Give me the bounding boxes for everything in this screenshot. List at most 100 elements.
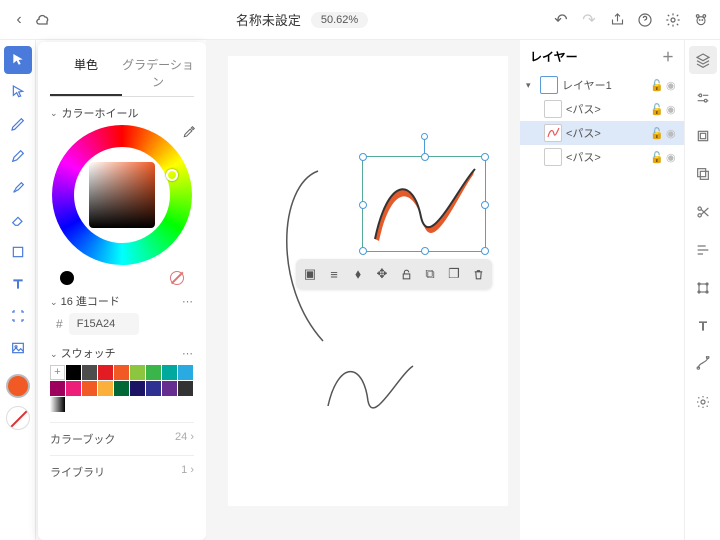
swatch-add[interactable]: + <box>50 365 65 380</box>
swatch-cell[interactable] <box>98 381 113 396</box>
transform-panel-icon[interactable] <box>689 274 717 302</box>
color-panel: 単色 グラデーション ⌄カラーホイール ⌄ 16 進コード ⋯ # ⌄ スウォッ… <box>38 42 206 540</box>
eraser-tool[interactable] <box>4 206 32 234</box>
rotate-handle[interactable] <box>421 133 428 140</box>
color-wheel[interactable] <box>52 125 192 265</box>
share-icon[interactable] <box>608 11 626 29</box>
layers-panel-icon[interactable] <box>689 46 717 74</box>
swatch-cell[interactable] <box>66 365 81 380</box>
add-layer-icon[interactable]: ＋ <box>662 48 674 65</box>
colorbook-link[interactable]: カラーブック 24 › <box>50 422 194 455</box>
teddy-icon[interactable] <box>692 11 710 29</box>
color-preview-none[interactable] <box>170 271 184 285</box>
appearance-panel-icon[interactable] <box>689 122 717 150</box>
selection-bounding-box[interactable] <box>362 156 486 252</box>
gear-icon[interactable] <box>689 388 717 416</box>
swatch-cell[interactable] <box>82 365 97 380</box>
left-toolbar <box>0 40 36 540</box>
hue-handle[interactable] <box>166 169 178 181</box>
layer-thumb <box>544 124 562 142</box>
arrange-icon[interactable]: ⬧ <box>350 266 366 282</box>
swatch-cell[interactable] <box>66 381 81 396</box>
layer-thumb <box>540 76 558 94</box>
contextual-toolbar: ▣ ≡ ⬧ ✥ ⧉ ❐ <box>296 259 492 289</box>
visibility-icon[interactable]: ◉ <box>666 127 678 140</box>
layer-row[interactable]: <パス> 🔓 ◉ <box>520 121 684 145</box>
cloud-icon[interactable] <box>34 11 52 29</box>
redo-icon[interactable]: ↷ <box>580 11 598 29</box>
swatch-cell[interactable] <box>178 381 193 396</box>
tab-solid[interactable]: 単色 <box>50 50 122 96</box>
layer-thumb <box>544 148 562 166</box>
document-title[interactable]: 名称未設定 <box>236 10 301 29</box>
visibility-icon[interactable]: ◉ <box>666 151 678 164</box>
swatch-grid: + <box>50 365 194 412</box>
help-icon[interactable] <box>636 11 654 29</box>
layers-title: レイヤー <box>530 48 578 65</box>
swatch-cell[interactable] <box>50 397 65 412</box>
selection-tool[interactable] <box>4 46 32 74</box>
duplicate-icon[interactable]: ⧉ <box>422 266 438 282</box>
align-panel-icon[interactable] <box>689 236 717 264</box>
lock-icon[interactable]: 🔓 <box>650 103 662 116</box>
swatch-cell[interactable] <box>178 365 193 380</box>
saturation-value-box[interactable] <box>89 162 155 228</box>
swatch-cell[interactable] <box>162 381 177 396</box>
swatch-section[interactable]: ⌄ スウォッチ ⋯ <box>50 345 194 361</box>
swatch-cell[interactable] <box>114 365 129 380</box>
lock-icon[interactable]: 🔓 <box>650 127 662 140</box>
hex-input[interactable] <box>69 313 139 335</box>
trash-icon[interactable] <box>470 266 486 282</box>
back-icon[interactable]: ‹ <box>10 11 28 29</box>
unlock-icon[interactable] <box>398 266 414 282</box>
text-tool[interactable] <box>4 270 32 298</box>
lock-icon[interactable]: 🔓 <box>650 79 662 92</box>
visibility-icon[interactable]: ◉ <box>666 103 678 116</box>
lock-icon[interactable]: 🔓 <box>650 151 662 164</box>
swatch-cell[interactable] <box>82 381 97 396</box>
layer-row[interactable]: <パス> 🔓 ◉ <box>520 97 684 121</box>
hex-menu-icon[interactable]: ⋯ <box>182 295 194 308</box>
swatch-cell[interactable] <box>162 365 177 380</box>
tab-gradient[interactable]: グラデーション <box>122 50 194 96</box>
swatch-cell[interactable] <box>130 381 145 396</box>
swatch-cell[interactable] <box>114 381 129 396</box>
settings-icon[interactable] <box>664 11 682 29</box>
canvas-area[interactable]: ▣ ≡ ⬧ ✥ ⧉ ❐ <box>206 40 520 540</box>
swatch-cell[interactable] <box>146 381 161 396</box>
layer-row[interactable]: ▾ レイヤー1 🔓 ◉ <box>520 73 684 97</box>
crop-panel-icon[interactable] <box>689 160 717 188</box>
swatch-cell[interactable] <box>146 365 161 380</box>
text-panel-icon[interactable] <box>689 312 717 340</box>
undo-icon[interactable]: ↶ <box>552 11 570 29</box>
list-icon[interactable]: ≡ <box>326 266 342 282</box>
swatch-cell[interactable] <box>98 365 113 380</box>
select-all-icon[interactable]: ▣ <box>302 266 318 282</box>
swatch-cell[interactable] <box>130 365 145 380</box>
visibility-icon[interactable]: ◉ <box>666 79 678 92</box>
fill-color-swatch[interactable] <box>6 374 30 398</box>
eyedropper-icon[interactable] <box>182 125 196 142</box>
direct-selection-tool[interactable] <box>4 78 32 106</box>
brush-tool[interactable] <box>4 174 32 202</box>
zoom-level[interactable]: 50.62% <box>311 12 368 28</box>
scissors-icon[interactable] <box>689 198 717 226</box>
pencil-tool[interactable] <box>4 142 32 170</box>
artboard-tool[interactable] <box>4 302 32 330</box>
layer-thumb <box>544 100 562 118</box>
colorwheel-section[interactable]: ⌄カラーホイール <box>50 105 194 121</box>
pen-tool[interactable] <box>4 110 32 138</box>
color-preview-current[interactable] <box>60 271 74 285</box>
swatch-cell[interactable] <box>50 381 65 396</box>
stroke-color-swatch[interactable] <box>6 406 30 430</box>
layer-row[interactable]: <パス> 🔓 ◉ <box>520 145 684 169</box>
place-image-tool[interactable] <box>4 334 32 362</box>
library-link[interactable]: ライブラリ 1 › <box>50 455 194 488</box>
path-panel-icon[interactable] <box>689 350 717 378</box>
shape-tool[interactable] <box>4 238 32 266</box>
hex-section[interactable]: ⌄ 16 進コード ⋯ <box>50 293 194 309</box>
properties-panel-icon[interactable] <box>689 84 717 112</box>
swatch-menu-icon[interactable]: ⋯ <box>182 347 194 360</box>
group-icon[interactable]: ❐ <box>446 266 462 282</box>
move-icon[interactable]: ✥ <box>374 266 390 282</box>
